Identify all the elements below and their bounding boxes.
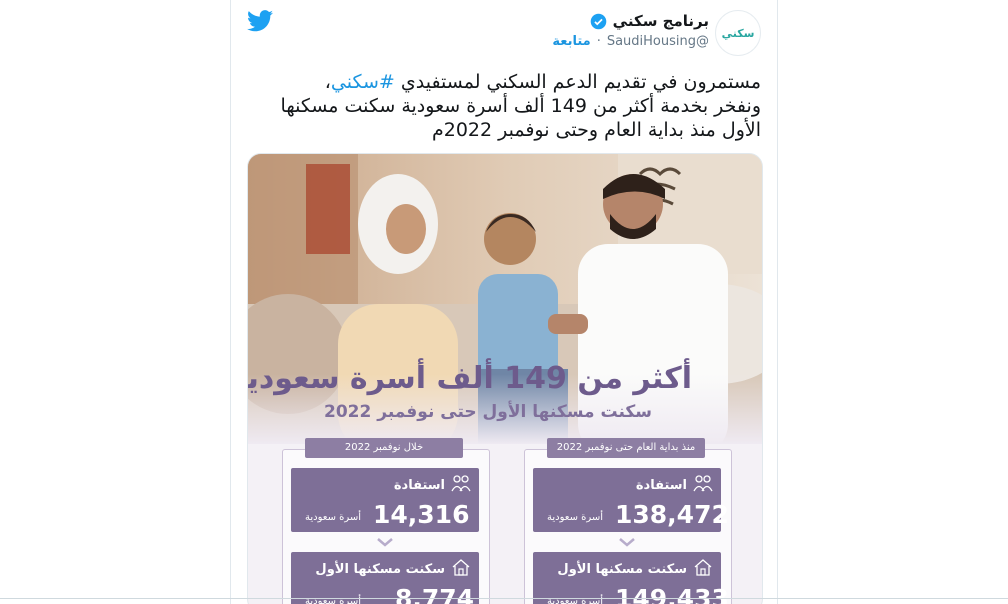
avatar-logo-text: سكني <box>721 26 755 40</box>
avatar[interactable]: سكني <box>715 10 761 56</box>
housed-label: سكنت مسكنها الأول <box>315 562 445 577</box>
account-name[interactable]: برنامج سكني <box>613 12 709 30</box>
follow-button[interactable]: متابعة <box>552 34 590 49</box>
column-tag: منذ بداية العام حتى نوفمبر 2022 <box>547 438 705 458</box>
housed-tile: سكنت مسكنها الأول 8,774 أسرة سعودية <box>291 552 479 604</box>
house-icon <box>694 559 712 576</box>
housed-value: 149,433 <box>615 584 729 604</box>
tweet-line-1: مستمرون في تقديم الدعم السكني لمستفيدي #… <box>324 71 761 93</box>
housed-value: 8,774 <box>395 584 475 604</box>
account-handle[interactable]: @SaudiHousing <box>607 34 709 49</box>
benefit-unit: أسرة سعودية <box>547 512 604 523</box>
separator-dot: · <box>596 34 601 49</box>
tweet-line-2: ونفخر بخدمة أكثر من 149 ألف أسرة سعودية … <box>280 95 761 117</box>
hashtag-link[interactable]: #سكني <box>331 71 395 93</box>
tweet-card: سكني برنامج سكني @SaudiHousing · متابعة … <box>230 0 778 604</box>
house-icon <box>452 559 470 576</box>
benefit-label: استفادة <box>393 478 445 493</box>
account-meta-row: @SaudiHousing · متابعة <box>552 34 709 49</box>
tweet-line-3: الأول منذ بداية العام وحتى نوفمبر 2022م <box>431 119 761 141</box>
tweet-text: مستمرون في تقديم الدعم السكني لمستفيدي #… <box>251 70 761 142</box>
benefit-tile: استفادة 138,472 أسرة سعودية <box>533 468 729 532</box>
benefit-value: 138,472 <box>615 500 729 529</box>
infographic-subtitle: سكنت مسكنها الأول حتى نوفمبر 2022 <box>324 402 652 422</box>
benefit-unit: أسرة سعودية <box>305 512 362 523</box>
stats-column-november: خلال نوفمبر 2022 استفادة 14,316 أسرة سعو… <box>282 438 490 604</box>
people-icon <box>451 475 471 492</box>
chevron-down-icon <box>377 538 393 547</box>
benefit-tile: استفادة 14,316 أسرة سعودية <box>291 468 479 532</box>
twitter-bird-icon[interactable] <box>247 10 273 32</box>
people-icon <box>693 475 713 492</box>
page-bottom-divider <box>0 598 1008 599</box>
account-name-row: برنامج سكني <box>590 12 709 30</box>
housed-label: سكنت مسكنها الأول <box>557 562 687 577</box>
infographic-title: أكثر من 149 ألف أسرة سعودية <box>247 361 692 396</box>
tweet-media-image[interactable]: أكثر من 149 ألف أسرة سعودية سكنت مسكنها … <box>247 153 763 604</box>
benefit-label: استفادة <box>635 478 687 493</box>
benefit-value: 14,316 <box>373 500 470 529</box>
verified-badge-icon <box>590 13 606 29</box>
housed-tile: سكنت مسكنها الأول 149,433 أسرة سعودية <box>533 552 729 604</box>
stats-column-year: منذ بداية العام حتى نوفمبر 2022 استفادة … <box>524 438 732 604</box>
column-tag: خلال نوفمبر 2022 <box>305 438 463 458</box>
chevron-down-icon <box>619 538 635 547</box>
